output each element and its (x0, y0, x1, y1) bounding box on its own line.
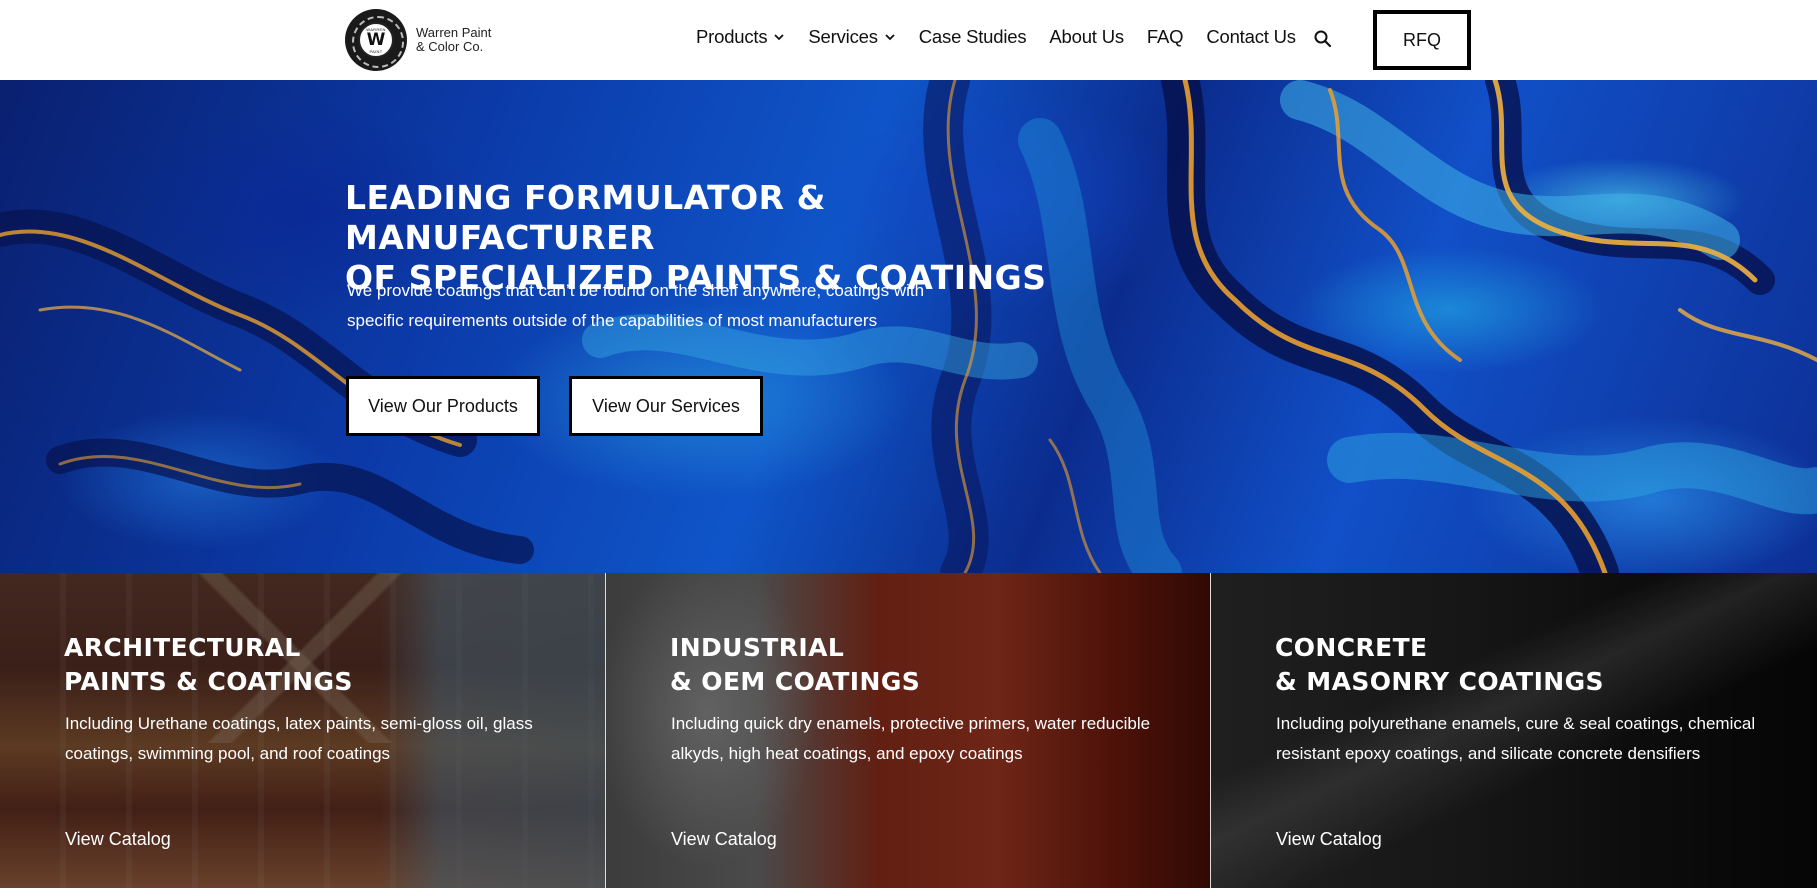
logo-badge-bottom: PAINT (369, 48, 383, 54)
logo-link[interactable]: WARREN W PAINT Warren Paint & Color Co. (345, 9, 491, 71)
search-icon (1314, 30, 1332, 48)
rfq-button[interactable]: RFQ (1373, 10, 1471, 70)
card-title-line-2: & OEM Coatings (670, 667, 921, 696)
hero-subtitle: We provide coatings that can’t be found … (347, 281, 925, 330)
nav-item-products[interactable]: Products (696, 26, 785, 48)
category-cards: Architectural Paints & Coatings Includin… (0, 573, 1817, 888)
view-catalog-link[interactable]: View Catalog (1276, 829, 1382, 850)
chevron-down-icon (885, 34, 895, 41)
nav-item-about-us[interactable]: About Us (1049, 26, 1124, 48)
card-industrial: Industrial & OEM Coatings Including quic… (605, 573, 1210, 888)
view-catalog-link[interactable]: View Catalog (65, 829, 171, 850)
card-title-line-1: Industrial (670, 633, 845, 662)
view-catalog-link[interactable]: View Catalog (671, 829, 777, 850)
logo-badge-letter: W (366, 29, 386, 50)
site-header: WARREN W PAINT Warren Paint & Color Co. … (0, 0, 1817, 80)
rfq-button-label: RFQ (1403, 29, 1441, 50)
card-title-line-2: Paints & Coatings (64, 667, 353, 696)
nav-item-case-studies[interactable]: Case Studies (919, 26, 1027, 48)
logo-badge-icon: WARREN W PAINT (345, 9, 407, 71)
card-title-line-2: & Masonry Coatings (1275, 667, 1604, 696)
card-title-line-1: Architectural (64, 633, 301, 662)
nav-item-label: About Us (1049, 26, 1124, 47)
view-services-label: View Our Services (592, 395, 740, 416)
nav-item-label: Services (808, 26, 878, 47)
nav-item-label: Products (696, 26, 768, 47)
search-button[interactable] (1312, 28, 1334, 50)
nav-item-label: FAQ (1146, 26, 1184, 47)
card-concrete: Concrete & Masonry Coatings Including po… (1210, 573, 1817, 888)
view-services-button[interactable]: View Our Services (569, 376, 763, 436)
card-architectural: Architectural Paints & Coatings Includin… (0, 573, 605, 888)
card-title: Architectural Paints & Coatings (64, 631, 584, 699)
card-title: Industrial & OEM Coatings (670, 631, 1190, 699)
card-description: Including Urethane coatings, latex paint… (65, 714, 533, 763)
nav-item-faq[interactable]: FAQ (1146, 26, 1184, 48)
card-description: Including quick dry enamels, protective … (671, 714, 1151, 763)
nav-item-services[interactable]: Services (808, 26, 895, 48)
nav-item-label: Case Studies (918, 26, 1027, 47)
card-title-line-1: Concrete (1275, 633, 1428, 662)
card-title: Concrete & Masonry Coatings (1275, 631, 1795, 699)
card-description: Including polyurethane enamels, cure & s… (1276, 714, 1756, 763)
hero-title-line-1: Leading Formulator & Manufacturer (345, 178, 826, 257)
view-products-label: View Our Products (368, 395, 518, 416)
logo-line-2: & Color Co. (416, 39, 484, 54)
nav-item-label: Contact Us (1206, 26, 1296, 47)
view-products-button[interactable]: View Our Products (346, 376, 540, 436)
logo-text: Warren Paint & Color Co. (416, 26, 491, 54)
main-nav: Products Services Case Studies About Us … (696, 24, 1296, 50)
nav-item-contact-us[interactable]: Contact Us (1206, 26, 1296, 48)
logo-line-1: Warren Paint (416, 25, 492, 40)
chevron-down-icon (774, 34, 785, 41)
hero-section: Leading Formulator & Manufacturer of Spe… (0, 80, 1817, 573)
